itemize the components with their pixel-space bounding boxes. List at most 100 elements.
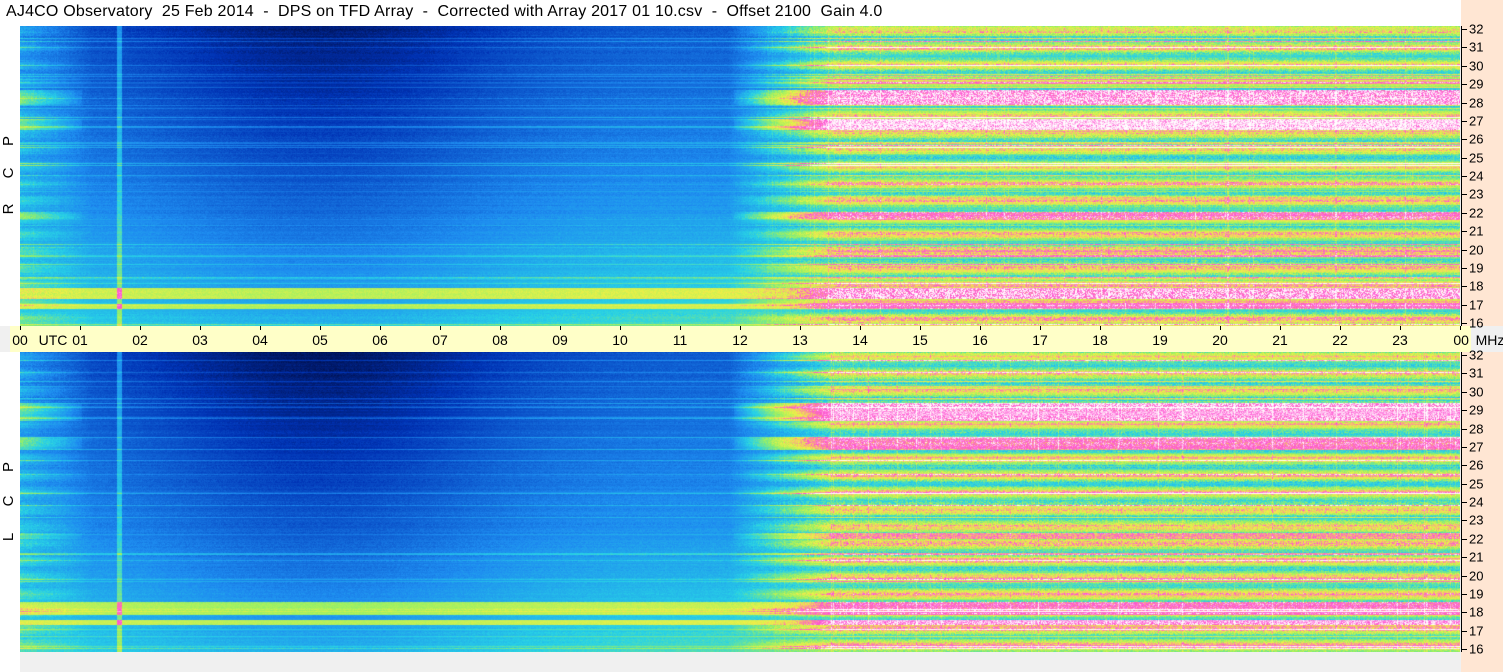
freq-unit-label: MHz	[1475, 332, 1503, 348]
freq-tick-label: 27	[1469, 113, 1484, 129]
freq-tick-label: 30	[1469, 384, 1484, 400]
freq-tick-label: 17	[1469, 297, 1484, 313]
frequency-axis-top: 32 31 30 29 28 27 26 25 24 23 22 21 20 19 18 17 16	[1461, 0, 1503, 331]
freq-tick	[1461, 249, 1467, 251]
freq-tick	[1461, 446, 1467, 448]
pol-letter: P	[0, 462, 17, 473]
freq-tick-label: 20	[1469, 568, 1484, 583]
freq-tick	[1461, 428, 1467, 430]
time-tick-label: 08	[492, 332, 508, 348]
time-tick	[1100, 326, 1101, 330]
freq-tick	[1461, 194, 1467, 196]
freq-tick-label: 31	[1469, 39, 1484, 55]
time-tick	[860, 326, 861, 330]
pol-letter: R	[0, 203, 17, 215]
freq-tick-label: 25	[1469, 476, 1484, 492]
freq-tick	[1461, 231, 1467, 233]
time-tick-label: 02	[132, 332, 148, 348]
time-tick	[980, 326, 981, 330]
spectrogram-canvas-lcp	[20, 352, 1460, 652]
freq-tick	[1461, 323, 1467, 324]
freq-tick-label: 16	[1469, 641, 1484, 657]
freq-tick-label: 17	[1469, 623, 1484, 639]
freq-tick	[1461, 102, 1467, 104]
freq-tick-label: 25	[1469, 150, 1484, 166]
time-tick-label: 00	[1453, 332, 1469, 348]
freq-tick	[1461, 630, 1467, 632]
freq-tick	[1461, 483, 1467, 485]
spectrogram-lcp	[20, 352, 1460, 652]
time-tick	[500, 326, 501, 330]
time-tick	[920, 326, 921, 330]
time-tick-label: 00	[12, 332, 28, 348]
freq-tick-label: 19	[1469, 260, 1484, 276]
time-tick-label: 17	[1032, 332, 1048, 348]
time-tick	[260, 326, 261, 330]
freq-tick	[1461, 29, 1467, 30]
freq-tick	[1461, 612, 1467, 614]
time-tick-label: 12	[732, 332, 748, 348]
chart-title: AJ4CO Observatory 25 Feb 2014 - DPS on T…	[6, 3, 883, 20]
freq-tick-label: 32	[1469, 21, 1484, 37]
freq-tick	[1461, 593, 1467, 595]
freq-tick	[1461, 120, 1467, 122]
time-tick	[740, 326, 741, 330]
time-tick-label: 11	[672, 332, 688, 348]
time-unit-label: UTC	[38, 332, 68, 348]
time-tick-label: 07	[432, 332, 448, 348]
freq-tick	[1461, 286, 1467, 288]
freq-tick	[1461, 502, 1467, 503]
polarization-label-lcp: P C L	[0, 352, 20, 672]
time-tick	[20, 326, 21, 330]
time-tick	[800, 326, 801, 330]
freq-tick	[1461, 557, 1467, 559]
freq-tick-label: 21	[1469, 549, 1484, 565]
time-tick	[1340, 326, 1341, 330]
spectrogram-rcp	[20, 26, 1460, 326]
time-tick-label: 10	[612, 332, 628, 348]
time-tick-label: 19	[1152, 332, 1168, 348]
freq-tick	[1461, 538, 1467, 540]
time-tick-label: 22	[1332, 332, 1348, 348]
freq-tick-label: 19	[1469, 586, 1484, 602]
time-tick-label: 05	[312, 332, 328, 348]
freq-tick-label: 23	[1469, 186, 1484, 202]
freq-tick-label: 31	[1469, 365, 1484, 381]
freq-tick	[1461, 355, 1467, 356]
freq-tick-label: 20	[1469, 242, 1484, 257]
time-tick-label: 15	[912, 332, 928, 348]
freq-tick-label: 18	[1469, 278, 1484, 294]
frequency-axis-bottom: 32 31 30 29 28 27 26 25 24 23 22 21 20 19 18 17 16	[1461, 348, 1503, 672]
freq-tick	[1461, 157, 1467, 159]
freq-tick-label: 16	[1469, 315, 1484, 331]
time-tick-label: 23	[1392, 332, 1408, 348]
time-tick-label: 13	[792, 332, 808, 348]
freq-tick	[1461, 373, 1467, 375]
time-tick	[1280, 326, 1281, 330]
time-tick	[1460, 326, 1461, 330]
time-tick	[320, 326, 321, 330]
freq-tick-label: 26	[1469, 131, 1484, 147]
freq-tick	[1461, 410, 1467, 412]
freq-tick-label: 29	[1469, 402, 1484, 418]
freq-tick-label: 21	[1469, 223, 1484, 239]
time-tick	[140, 326, 141, 330]
time-tick-label: 14	[852, 332, 868, 348]
time-tick-label: 18	[1092, 332, 1108, 348]
freq-tick-label: 22	[1469, 205, 1484, 221]
freq-tick	[1461, 176, 1467, 177]
freq-tick-label: 24	[1469, 168, 1484, 184]
time-tick	[1400, 326, 1401, 330]
spectrogram-canvas-rcp	[20, 26, 1460, 326]
freq-tick	[1461, 84, 1467, 86]
freq-tick	[1461, 391, 1467, 393]
pol-letter: L	[0, 532, 17, 542]
time-tick	[1220, 326, 1221, 330]
time-tick	[1040, 326, 1041, 330]
freq-tick	[1461, 65, 1467, 67]
time-tick	[440, 326, 441, 330]
time-tick	[620, 326, 621, 330]
time-tick-label: 06	[372, 332, 388, 348]
freq-tick	[1461, 304, 1467, 306]
time-tick	[680, 326, 681, 330]
